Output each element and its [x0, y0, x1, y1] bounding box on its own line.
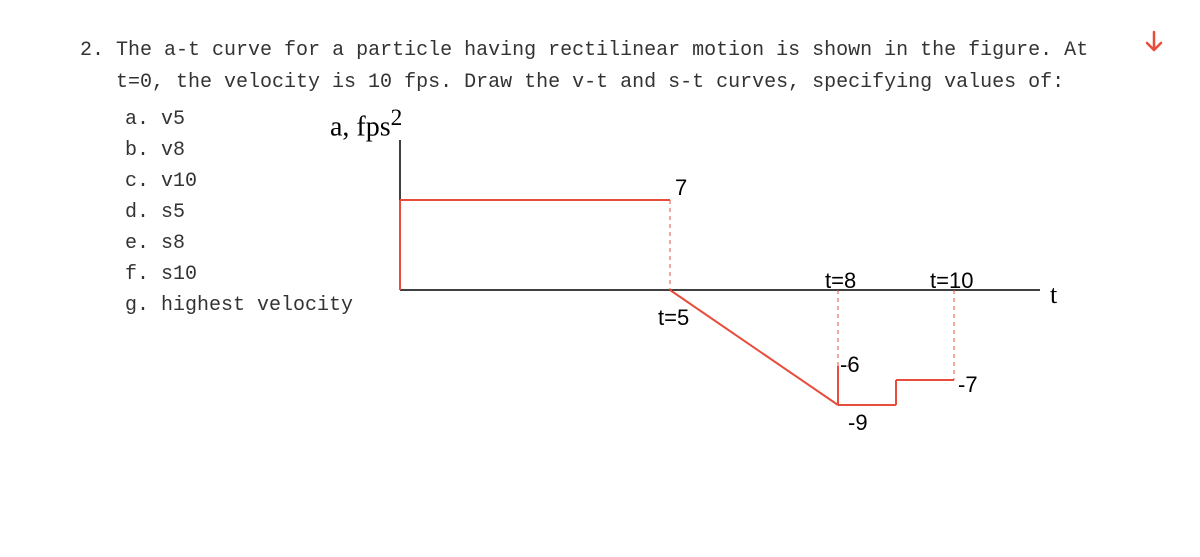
- value-neg6: -6: [840, 352, 860, 378]
- value-neg9: -9: [848, 410, 868, 436]
- question-text: 2. The a-t curve for a particle having r…: [80, 35, 1120, 99]
- value-neg7: -7: [958, 372, 978, 398]
- arrow-down-icon: [1143, 30, 1165, 63]
- question-number: 2.: [80, 39, 104, 62]
- label-t8: t=8: [825, 268, 856, 294]
- chart-svg: [340, 110, 1120, 460]
- a-t-chart: a, fps2 7 t=5: [340, 110, 1120, 460]
- label-t5: t=5: [658, 305, 689, 331]
- label-t10: t=10: [930, 268, 973, 294]
- value-7: 7: [675, 175, 687, 201]
- x-axis-label: t: [1050, 280, 1057, 310]
- question-line-1: The a-t curve for a particle having rect…: [116, 39, 1088, 62]
- question-line-2: t=0, the velocity is 10 fps. Draw the v-…: [116, 71, 1064, 94]
